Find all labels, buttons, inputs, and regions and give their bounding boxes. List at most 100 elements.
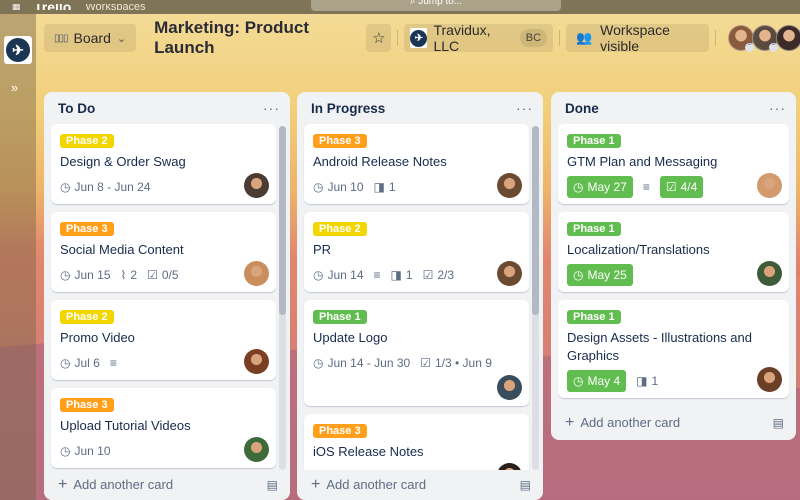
member-avatar[interactable] xyxy=(244,349,269,374)
description-badge: ≡ xyxy=(643,180,650,194)
card[interactable]: Phase 3 Social Media Content ◷ Jun 15 ⌇ 2 ☑ 0/5 xyxy=(51,212,276,292)
badge-text: May 25 xyxy=(587,268,627,282)
list-title[interactable]: In Progress xyxy=(311,101,385,116)
list-scrollbar[interactable] xyxy=(279,126,286,470)
badge-text: Jun 10 xyxy=(327,180,364,194)
member-avatar[interactable]: ⌃ xyxy=(728,25,754,52)
list-menu-icon[interactable]: ··· xyxy=(516,100,533,116)
card-label[interactable]: Phase 3 xyxy=(313,424,367,438)
card-badges: ◷ May 4 ◨ 1 xyxy=(567,370,780,392)
card-badges: ◷ May 27 ≡ ☑ 4/4 xyxy=(567,176,780,198)
card-label[interactable]: Phase 3 xyxy=(313,134,367,148)
clock-badge[interactable]: ◷ Jun 14 xyxy=(313,268,364,282)
description-icon: ≡ xyxy=(109,356,117,370)
scrollbar-thumb[interactable] xyxy=(532,126,539,316)
workspace-badge: BC xyxy=(519,29,548,47)
scrollbar-thumb[interactable] xyxy=(279,126,286,316)
card[interactable]: Phase 3 Android Release Notes ◷ Jun 10 ◨ 1 xyxy=(304,124,529,204)
list-menu-icon[interactable]: ··· xyxy=(263,100,280,116)
card[interactable]: Phase 3 Upload Tutorial Videos ◷ Jun 10 xyxy=(51,388,276,468)
member-avatar[interactable]: ⌃ xyxy=(752,25,778,52)
visibility-button[interactable]: 👥 Workspace visible xyxy=(565,22,710,54)
board-members: ⌃ ⌃ xyxy=(728,25,800,52)
badge-text: Jun 8 - Jun 24 xyxy=(74,180,151,194)
list-title[interactable]: Done xyxy=(565,101,599,116)
clock-badge[interactable]: ◷ Jul 6 xyxy=(60,356,100,370)
member-avatar[interactable] xyxy=(776,25,800,51)
member-avatar[interactable] xyxy=(244,437,269,462)
card-list: Phase 2 Design & Order Swag ◷ Jun 8 - Jun 2… xyxy=(44,124,290,470)
template-icon[interactable]: ▤ xyxy=(267,478,278,492)
admin-badge-icon: ⌃ xyxy=(745,43,754,52)
member-avatar[interactable] xyxy=(244,173,269,198)
trello-logo[interactable]: Trello xyxy=(34,4,71,10)
workspace-button[interactable]: ✈ Travidux, LLC BC xyxy=(404,22,554,54)
clock-badge[interactable]: ◷ Jun 15 xyxy=(60,268,111,282)
template-icon[interactable]: ▤ xyxy=(520,478,531,492)
clock-badge[interactable]: ◷ Jun 8 - Jun 24 xyxy=(60,180,151,194)
card-label[interactable]: Phase 2 xyxy=(60,310,114,324)
checklist-badge: ☑ 1/3 • Jun 9 xyxy=(420,356,492,370)
member-avatar[interactable] xyxy=(497,173,522,198)
card[interactable]: Phase 1 GTM Plan and Messaging ◷ May 27 ≡ ☑ 4/… xyxy=(558,124,789,204)
member-avatar[interactable] xyxy=(244,261,269,286)
card-label[interactable]: Phase 1 xyxy=(567,134,621,148)
admin-badge-icon: ⌃ xyxy=(769,43,778,52)
card[interactable]: Phase 1 Design Assets - Illustrations and… xyxy=(558,300,789,398)
card-title: Update Logo xyxy=(313,330,388,345)
expand-sidebar-icon[interactable]: » xyxy=(11,80,18,95)
member-avatar[interactable] xyxy=(757,173,782,198)
add-card-button[interactable]: + Add another card ▤ xyxy=(297,470,543,500)
clock-badge[interactable]: ◷ May 4 xyxy=(567,370,627,392)
card-badges: ◷ Jun 14 ≡ ◨ 1 ☑ 2/3 xyxy=(313,264,520,286)
card[interactable]: Phase 1 Update Logo ◷ Jun 14 - Jun 30 ☑ 1/3 •… xyxy=(304,300,529,406)
board-title[interactable]: Marketing: Product Launch xyxy=(154,18,352,58)
card-label[interactable]: Phase 2 xyxy=(60,134,114,148)
badge-text: 0/5 xyxy=(161,268,179,282)
card-label[interactable]: Phase 2 xyxy=(313,222,367,236)
add-card-button[interactable]: + Add another card ▤ xyxy=(44,470,290,500)
search-input[interactable]: ⌕ Jump to... xyxy=(311,0,561,11)
card[interactable]: Phase 1 Localization/Translations ◷ May 25 xyxy=(558,212,789,292)
star-button[interactable]: ☆ xyxy=(366,24,392,52)
workspaces-menu[interactable]: Workspaces xyxy=(85,4,145,10)
card-badges: ◷ Jun 10 xyxy=(60,440,267,462)
card-label[interactable]: Phase 1 xyxy=(567,222,621,236)
card[interactable]: Phase 2 Promo Video ◷ Jul 6 ≡ xyxy=(51,300,276,380)
list-done: Done ··· Phase 1 GTM Plan and Messaging ◷ M… xyxy=(551,92,796,440)
workspace-name: Travidux, LLC xyxy=(433,22,491,54)
member-avatar[interactable] xyxy=(497,261,522,286)
card-label[interactable]: Phase 3 xyxy=(60,398,114,412)
card-title: Upload Tutorial Videos xyxy=(60,418,191,433)
badge-text: 2/3 xyxy=(437,268,455,282)
member-avatar[interactable] xyxy=(757,367,782,392)
template-icon[interactable]: ▤ xyxy=(773,416,784,430)
board-view-switcher[interactable]: ▯▯▯ Board ⌄ xyxy=(44,24,137,52)
member-avatar[interactable] xyxy=(757,261,782,286)
card-label[interactable]: Phase 1 xyxy=(567,310,621,324)
card-list: Phase 1 GTM Plan and Messaging ◷ May 27 ≡ ☑ 4/… xyxy=(551,124,796,406)
plus-icon: + xyxy=(565,414,575,431)
card-title: iOS Release Notes xyxy=(313,444,424,459)
card[interactable]: Phase 3 iOS Release Notes ◷Jun 18 xyxy=(304,414,529,470)
card-label[interactable]: Phase 1 xyxy=(313,310,367,324)
add-card-button[interactable]: + Add another card ▤ xyxy=(551,406,796,440)
workspace-logo[interactable]: ✈ xyxy=(4,36,32,64)
list-title[interactable]: To Do xyxy=(58,101,95,116)
member-avatar[interactable] xyxy=(497,375,522,400)
clock-badge[interactable]: ◷ Jun 10 xyxy=(60,444,111,458)
card-label[interactable]: Phase 3 xyxy=(60,222,114,236)
clock-badge[interactable]: ◷ Jun 14 - Jun 30 xyxy=(313,356,410,370)
card-title: Social Media Content xyxy=(60,242,184,257)
list-menu-icon[interactable]: ··· xyxy=(769,100,786,116)
apps-grid-icon[interactable]: ▦ xyxy=(12,4,24,10)
badge-text: 1 xyxy=(405,268,413,282)
trello-card-icon: ◨ xyxy=(373,180,385,194)
card[interactable]: Phase 2 Design & Order Swag ◷ Jun 8 - Jun 2… xyxy=(51,124,276,204)
list-scrollbar[interactable] xyxy=(532,126,539,470)
card[interactable]: Phase 2 PR ◷ Jun 14 ≡ ◨ 1 ☑ 2/3 xyxy=(304,212,529,292)
member-avatar[interactable] xyxy=(497,463,522,470)
clock-badge[interactable]: ◷ Jun 10 xyxy=(313,180,364,194)
clock-badge[interactable]: ◷ May 25 xyxy=(567,264,633,286)
clock-badge[interactable]: ◷ May 27 xyxy=(567,176,633,198)
